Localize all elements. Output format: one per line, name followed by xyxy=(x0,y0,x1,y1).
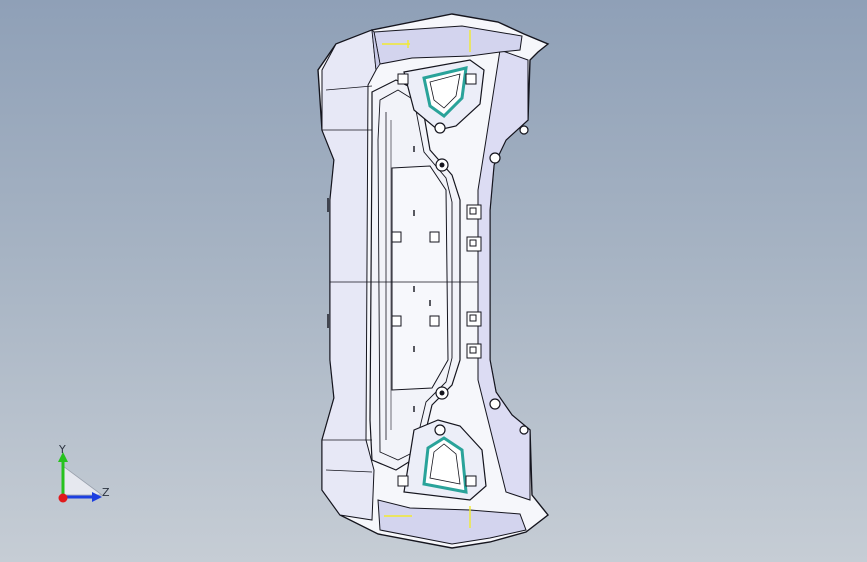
graphics-viewport[interactable]: Y Z xyxy=(0,0,867,562)
y-axis-label: Y xyxy=(59,443,66,456)
mount-hole-8 xyxy=(434,424,446,436)
center-plate xyxy=(391,165,449,391)
clip-1 xyxy=(391,231,402,243)
mount-hole-1 xyxy=(434,122,446,134)
mount-hole-4 xyxy=(519,125,529,135)
boss-upper-left xyxy=(397,73,409,85)
clip-3 xyxy=(391,315,402,327)
boss-upper-right xyxy=(465,73,477,85)
mount-hole-7 xyxy=(519,425,529,435)
clip-2 xyxy=(429,231,440,243)
boss-lower-right xyxy=(465,475,477,487)
z-axis-label: Z xyxy=(102,486,110,499)
bumper-part-model[interactable] xyxy=(0,0,867,562)
x-axis-origin xyxy=(58,493,68,503)
triad-plane-icon xyxy=(62,465,104,496)
mount-hole-6 xyxy=(489,398,501,410)
mount-hole-3 xyxy=(489,152,501,164)
clip-4 xyxy=(429,315,440,327)
boss-lower-left xyxy=(397,475,409,487)
